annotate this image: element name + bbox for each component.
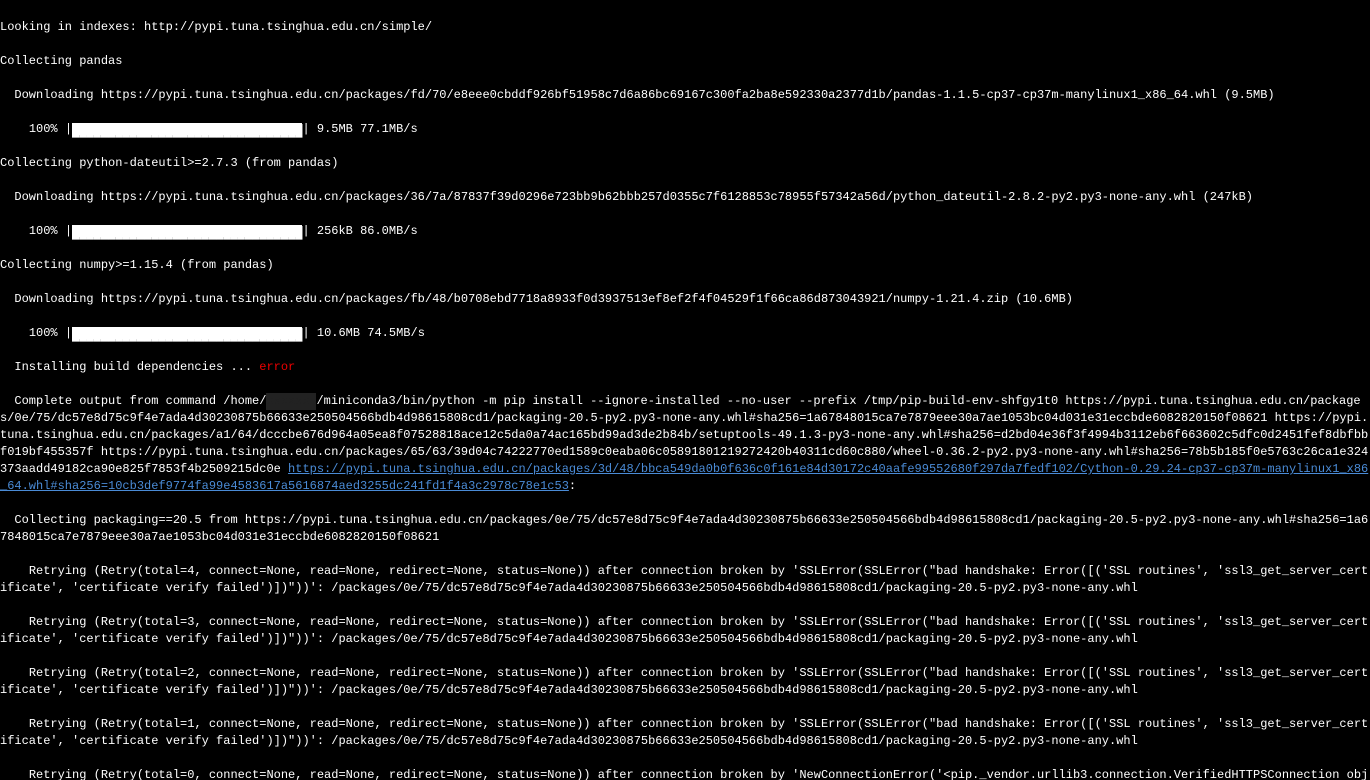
output-line: Complete output from command /home/xxxxx… (0, 393, 1370, 495)
retry-line: Retrying (Retry(total=1, connect=None, r… (0, 716, 1370, 750)
output-line: Collecting python-dateutil>=2.7.3 (from … (0, 155, 1370, 172)
error-word: error (259, 360, 295, 374)
output-line: Collecting pandas (0, 53, 1370, 70)
terminal-output: Looking in indexes: http://pypi.tuna.tsi… (0, 0, 1370, 780)
progress-speed: | 10.6MB 74.5MB/s (302, 326, 432, 340)
retry-line: Retrying (Retry(total=0, connect=None, r… (0, 767, 1370, 780)
retry-line: Retrying (Retry(total=3, connect=None, r… (0, 614, 1370, 648)
retry-line: Retrying (Retry(total=4, connect=None, r… (0, 563, 1370, 597)
progress-percent: 100% | (0, 326, 72, 340)
output-line: Installing build dependencies ... error (0, 359, 1370, 376)
output-line: Looking in indexes: http://pypi.tuna.tsi… (0, 19, 1370, 36)
progress-line: 100% |████████████████████████████████| … (0, 121, 1370, 138)
output-line: Collecting packaging==20.5 from https://… (0, 512, 1370, 546)
progress-bar: ████████████████████████████████ (72, 123, 302, 135)
output-line: Collecting numpy>=1.15.4 (from pandas) (0, 257, 1370, 274)
progress-line: 100% |████████████████████████████████| … (0, 325, 1370, 342)
output-text: Installing build dependencies ... (0, 360, 259, 374)
progress-percent: 100% | (0, 122, 72, 136)
progress-percent: 100% | (0, 224, 72, 238)
progress-speed: | 9.5MB 77.1MB/s (302, 122, 424, 136)
output-line: Downloading https://pypi.tuna.tsinghua.e… (0, 291, 1370, 308)
retry-line: Retrying (Retry(total=2, connect=None, r… (0, 665, 1370, 699)
output-text: Complete output from command /home/ (0, 394, 266, 408)
progress-speed: | 256kB 86.0MB/s (302, 224, 424, 238)
output-text: : (569, 479, 576, 493)
progress-bar: ████████████████████████████████ (72, 327, 302, 339)
progress-bar: ████████████████████████████████ (72, 225, 302, 237)
progress-line: 100% |████████████████████████████████| … (0, 223, 1370, 240)
redacted-username: xxxxxx (266, 393, 316, 410)
output-line: Downloading https://pypi.tuna.tsinghua.e… (0, 87, 1370, 104)
output-line: Downloading https://pypi.tuna.tsinghua.e… (0, 189, 1370, 206)
